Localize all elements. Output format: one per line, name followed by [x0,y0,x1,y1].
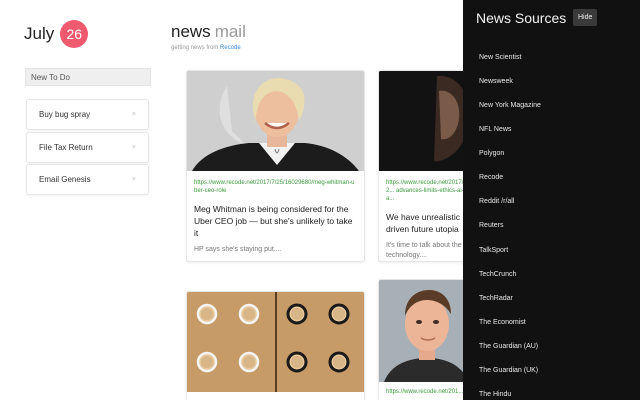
source-item[interactable]: TechCrunch [479,271,516,278]
close-icon[interactable]: × [132,111,136,118]
brand-mail: mail [214,22,246,41]
date-day-badge: 26 [60,20,89,48]
close-icon[interactable]: × [132,144,136,151]
date-display: July 26 [24,20,89,48]
hide-button[interactable]: Hide [573,9,598,26]
todo-item[interactable]: Buy bug spray × [26,99,149,130]
news-card-title[interactable]: We have unrealistic ... driven future ut… [386,211,470,235]
todo-item-label: File Tax Return [39,143,93,152]
news-sources-panel: News Sources Hide New Scientist Newsweek… [463,0,640,400]
brand-news: news [171,22,211,41]
source-item[interactable]: Polygon [479,150,504,157]
source-item[interactable]: New York Magazine [479,102,541,109]
subtitle-prefix: getting news from [171,45,219,51]
source-subtitle: getting news from Recode [171,45,241,51]
todo-item-label: Email Genesis [39,175,91,184]
news-card-body: https://www.recode.net/2017/7/25/1602968… [187,171,364,261]
source-item[interactable]: TalkSport [479,247,508,254]
source-item[interactable]: The Guardian (AU) [479,343,538,350]
news-card-desc: HP says she's staying put.... [194,246,282,253]
source-item[interactable]: Reddit /r/all [479,198,514,205]
panel-title: News Sources [476,10,567,26]
source-item[interactable]: The Guardian (UK) [479,367,538,374]
todo-item[interactable]: Email Genesis × [26,164,149,195]
source-item[interactable]: The Hindu [479,391,511,398]
news-card-desc: It's time to talk about the ... technolo… [386,242,470,259]
new-todo-input[interactable]: New To Do [25,68,151,86]
todo-item-label: Buy bug spray [39,110,91,119]
app-root: July 26 New To Do Buy bug spray × File T… [0,0,640,400]
source-item[interactable]: Newsweek [479,78,513,85]
source-item[interactable]: Recode [479,174,503,181]
source-item[interactable]: New Scientist [479,54,521,61]
page-title: news mail [171,22,246,42]
source-item[interactable]: The Economist [479,319,526,326]
news-card-image [187,292,364,392]
source-item[interactable]: Reuters [479,222,504,229]
date-month: July [24,24,55,43]
source-item[interactable]: NFL News [479,126,511,133]
news-card-title[interactable]: Meg Whitman is being considered for the … [194,203,357,239]
news-card[interactable] [186,291,365,400]
close-icon[interactable]: × [132,176,136,183]
source-item[interactable]: TechRadar [479,295,513,302]
news-card-url[interactable]: https://www.recode.net/2017/7/2... advan… [386,179,470,203]
news-card[interactable]: https://www.recode.net/2017/7/25/1602968… [186,70,365,262]
subtitle-source-link[interactable]: Recode [220,45,241,51]
news-card-url[interactable]: https://www.recode.net/201... [386,388,470,396]
news-card-url[interactable]: https://www.recode.net/2017/7/25/1602968… [194,179,357,195]
news-card-image [187,71,364,171]
todo-item[interactable]: File Tax Return × [26,132,149,163]
